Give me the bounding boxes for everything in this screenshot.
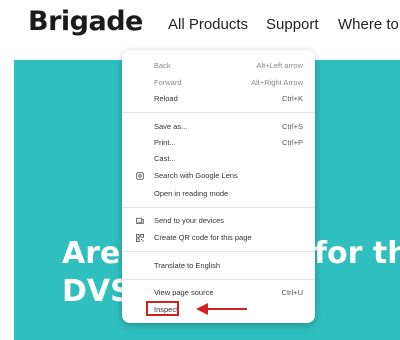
menu-item-label: Back bbox=[154, 61, 171, 70]
menu-item-label: Forward bbox=[154, 78, 182, 87]
menu-item-print[interactable]: Print... Ctrl+P bbox=[122, 136, 315, 150]
nav-support[interactable]: Support bbox=[266, 16, 319, 33]
menu-item-forward[interactable]: Forward Alt+Right Arrow bbox=[122, 76, 315, 90]
menu-item-translate[interactable]: Translate to English bbox=[122, 259, 315, 273]
nav-all-products[interactable]: All Products bbox=[168, 16, 248, 33]
lens-icon bbox=[136, 172, 144, 180]
menu-item-shortcut: Ctrl+K bbox=[281, 94, 303, 103]
menu-item-label: Save as... bbox=[154, 122, 188, 131]
menu-item-label: Cast... bbox=[154, 154, 176, 163]
left-arrow-icon bbox=[196, 303, 247, 315]
menu-item-reload[interactable]: Reload Ctrl+K bbox=[122, 92, 315, 106]
menu-item-shortcut: Ctrl+S bbox=[281, 122, 303, 131]
inspect-highlight-box bbox=[146, 301, 179, 316]
menu-item-label: Translate to English bbox=[154, 261, 221, 270]
menu-item-qr-code[interactable]: Create QR code for this page bbox=[122, 231, 315, 245]
menu-item-label: Open in reading mode bbox=[154, 189, 229, 198]
qr-code-icon bbox=[136, 234, 144, 242]
menu-item-cast[interactable]: Cast... bbox=[122, 152, 315, 166]
menu-item-shortcut: Alt+Right Arrow bbox=[251, 78, 303, 87]
menu-item-view-source[interactable]: View page source Ctrl+U bbox=[122, 286, 315, 300]
menu-item-label: View page source bbox=[154, 288, 214, 297]
menu-item-label: Search with Google Lens bbox=[154, 171, 238, 180]
devices-icon bbox=[136, 217, 144, 224]
hero-headline-part2: for th bbox=[314, 236, 400, 271]
menu-item-label: Reload bbox=[154, 94, 178, 103]
context-menu: Back Alt+Left arrow Forward Alt+Right Ar… bbox=[122, 50, 315, 323]
nav-where-to-buy[interactable]: Where to I bbox=[338, 16, 400, 33]
menu-item-label: Create QR code for this page bbox=[154, 233, 252, 242]
menu-item-send-to-devices[interactable]: Send to your devices bbox=[122, 214, 315, 228]
menu-divider bbox=[122, 207, 315, 208]
menu-item-shortcut: Ctrl+P bbox=[281, 138, 303, 147]
menu-item-label: Send to your devices bbox=[154, 216, 225, 225]
brand-logo[interactable]: Brigade bbox=[28, 6, 143, 37]
menu-item-shortcut: Ctrl+U bbox=[281, 288, 303, 297]
menu-item-back[interactable]: Back Alt+Left arrow bbox=[122, 59, 315, 73]
site-header: Brigade All Products Support Where to I bbox=[0, 0, 400, 52]
hero-headline-part1: Are bbox=[62, 236, 121, 271]
menu-divider bbox=[122, 251, 315, 252]
menu-item-shortcut: Alt+Left arrow bbox=[256, 61, 303, 70]
menu-item-label: Print... bbox=[154, 138, 176, 147]
menu-item-reading-mode[interactable]: Open in reading mode bbox=[122, 187, 315, 201]
menu-divider bbox=[122, 112, 315, 113]
menu-item-google-lens[interactable]: Search with Google Lens bbox=[122, 169, 315, 183]
menu-item-save-as[interactable]: Save as... Ctrl+S bbox=[122, 120, 315, 134]
menu-divider bbox=[122, 279, 315, 280]
